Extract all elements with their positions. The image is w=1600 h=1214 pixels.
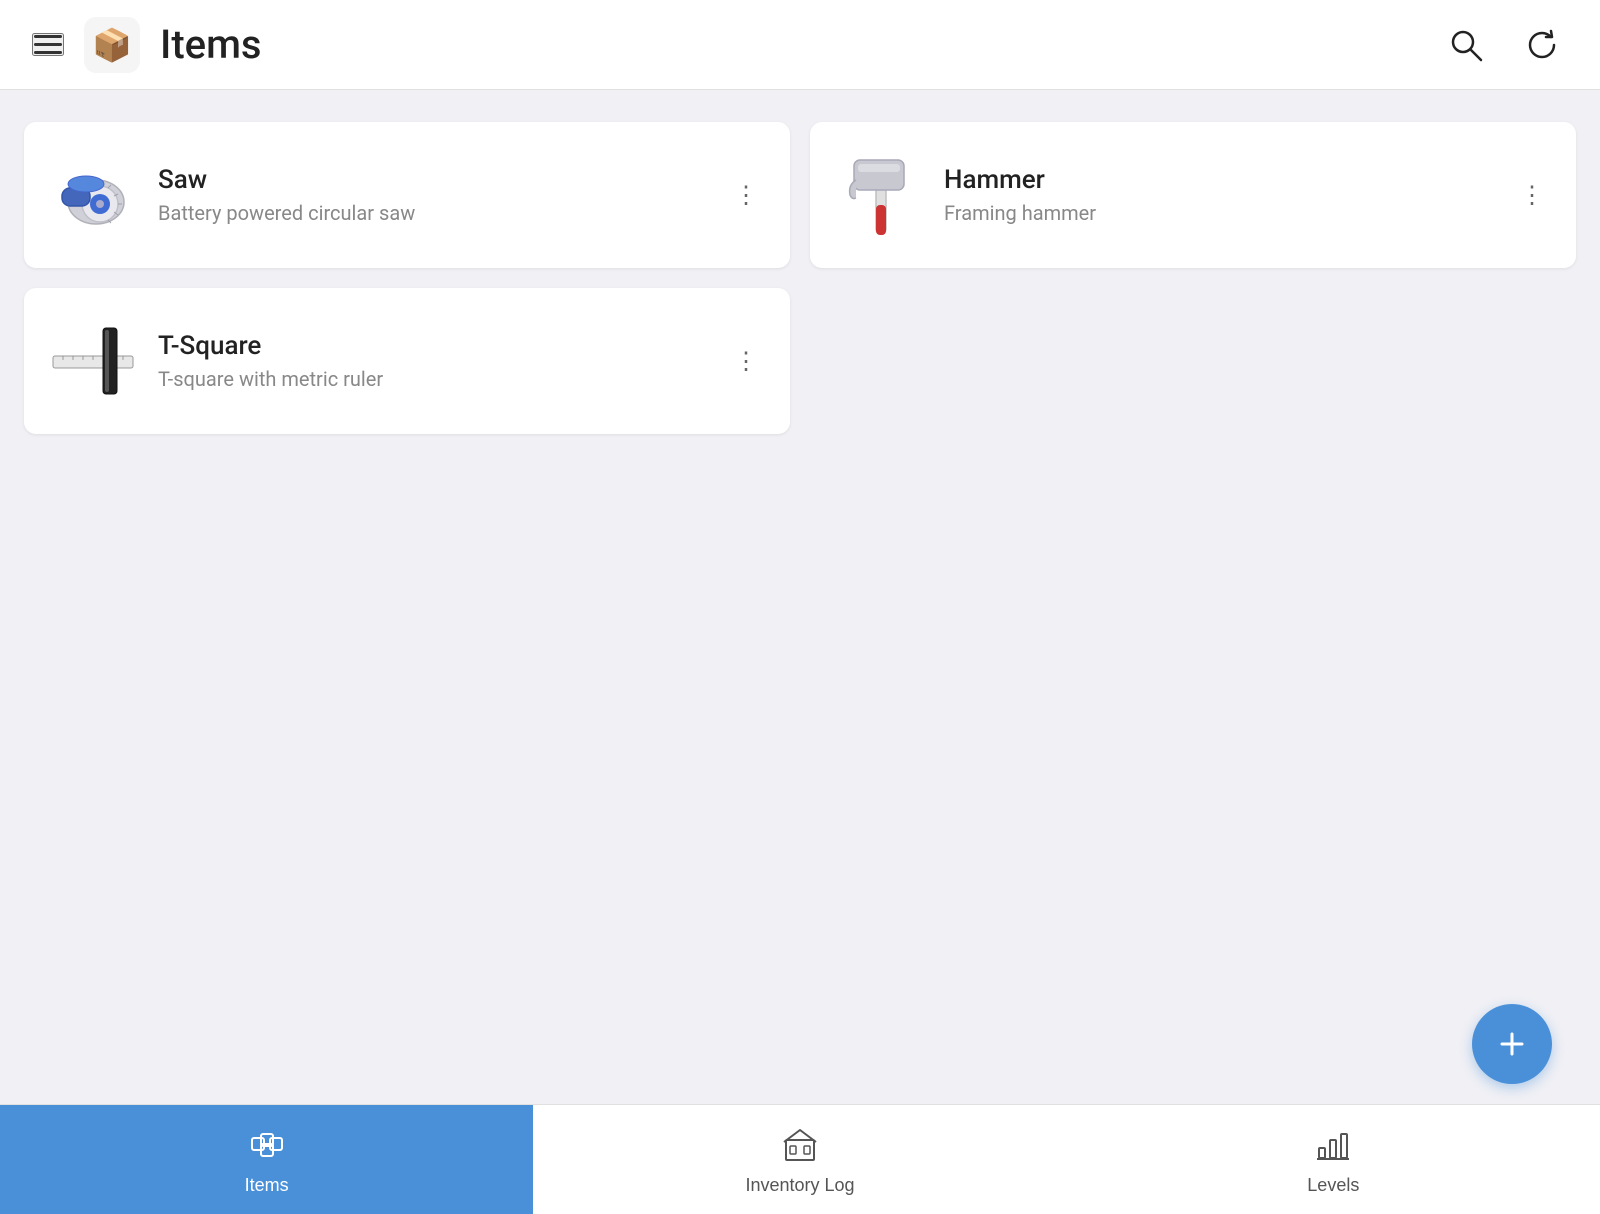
item-info-tsquare: T-Square T-square with metric ruler <box>158 331 706 391</box>
item-card-saw[interactable]: Saw Battery powered circular saw ⋮ <box>24 122 790 268</box>
hammer-icon <box>834 150 924 240</box>
nav-items[interactable]: Items <box>0 1105 533 1214</box>
tsquare-icon <box>48 316 138 406</box>
item-name-hammer: Hammer <box>944 165 1492 195</box>
refresh-button[interactable] <box>1516 19 1568 71</box>
items-grid: Saw Battery powered circular saw ⋮ <box>24 122 1576 434</box>
header-left: 📦 Items <box>32 17 1440 73</box>
item-more-button-hammer[interactable]: ⋮ <box>1512 173 1552 218</box>
item-desc-saw: Battery powered circular saw <box>158 201 706 225</box>
nav-levels[interactable]: Levels <box>1067 1105 1600 1214</box>
item-image-tsquare <box>48 316 138 406</box>
items-nav-icon <box>247 1124 287 1167</box>
refresh-icon <box>1524 27 1560 63</box>
bottom-nav: Items Inventory Log Levels <box>0 1104 1600 1214</box>
saw-icon <box>48 150 138 240</box>
item-name-tsquare: T-Square <box>158 331 706 361</box>
menu-button[interactable] <box>32 33 64 56</box>
item-desc-tsquare: T-square with metric ruler <box>158 367 706 391</box>
inventory-log-nav-icon <box>780 1124 820 1167</box>
levels-nav-label: Levels <box>1307 1175 1359 1196</box>
item-more-button-tsquare[interactable]: ⋮ <box>726 339 766 384</box>
search-icon <box>1448 27 1484 63</box>
item-info-saw: Saw Battery powered circular saw <box>158 165 706 225</box>
item-desc-hammer: Framing hammer <box>944 201 1492 225</box>
item-image-saw <box>48 150 138 240</box>
item-info-hammer: Hammer Framing hammer <box>944 165 1492 225</box>
header-actions <box>1440 19 1568 71</box>
nav-inventory-log[interactable]: Inventory Log <box>533 1105 1066 1214</box>
item-card-tsquare[interactable]: T-Square T-square with metric ruler ⋮ <box>24 288 790 434</box>
plus-icon <box>1494 1026 1530 1062</box>
item-card-hammer[interactable]: Hammer Framing hammer ⋮ <box>810 122 1576 268</box>
page-title: Items <box>160 21 262 68</box>
levels-nav-icon <box>1313 1124 1353 1167</box>
search-button[interactable] <box>1440 19 1492 71</box>
add-item-fab[interactable] <box>1472 1004 1552 1084</box>
main-content: Saw Battery powered circular saw ⋮ <box>0 90 1600 1104</box>
app-icon: 📦 <box>84 17 140 73</box>
inventory-log-nav-label: Inventory Log <box>745 1175 854 1196</box>
app-header: 📦 Items <box>0 0 1600 90</box>
item-more-button-saw[interactable]: ⋮ <box>726 173 766 218</box>
item-image-hammer <box>834 150 924 240</box>
items-nav-label: Items <box>245 1175 289 1196</box>
item-name-saw: Saw <box>158 165 706 195</box>
